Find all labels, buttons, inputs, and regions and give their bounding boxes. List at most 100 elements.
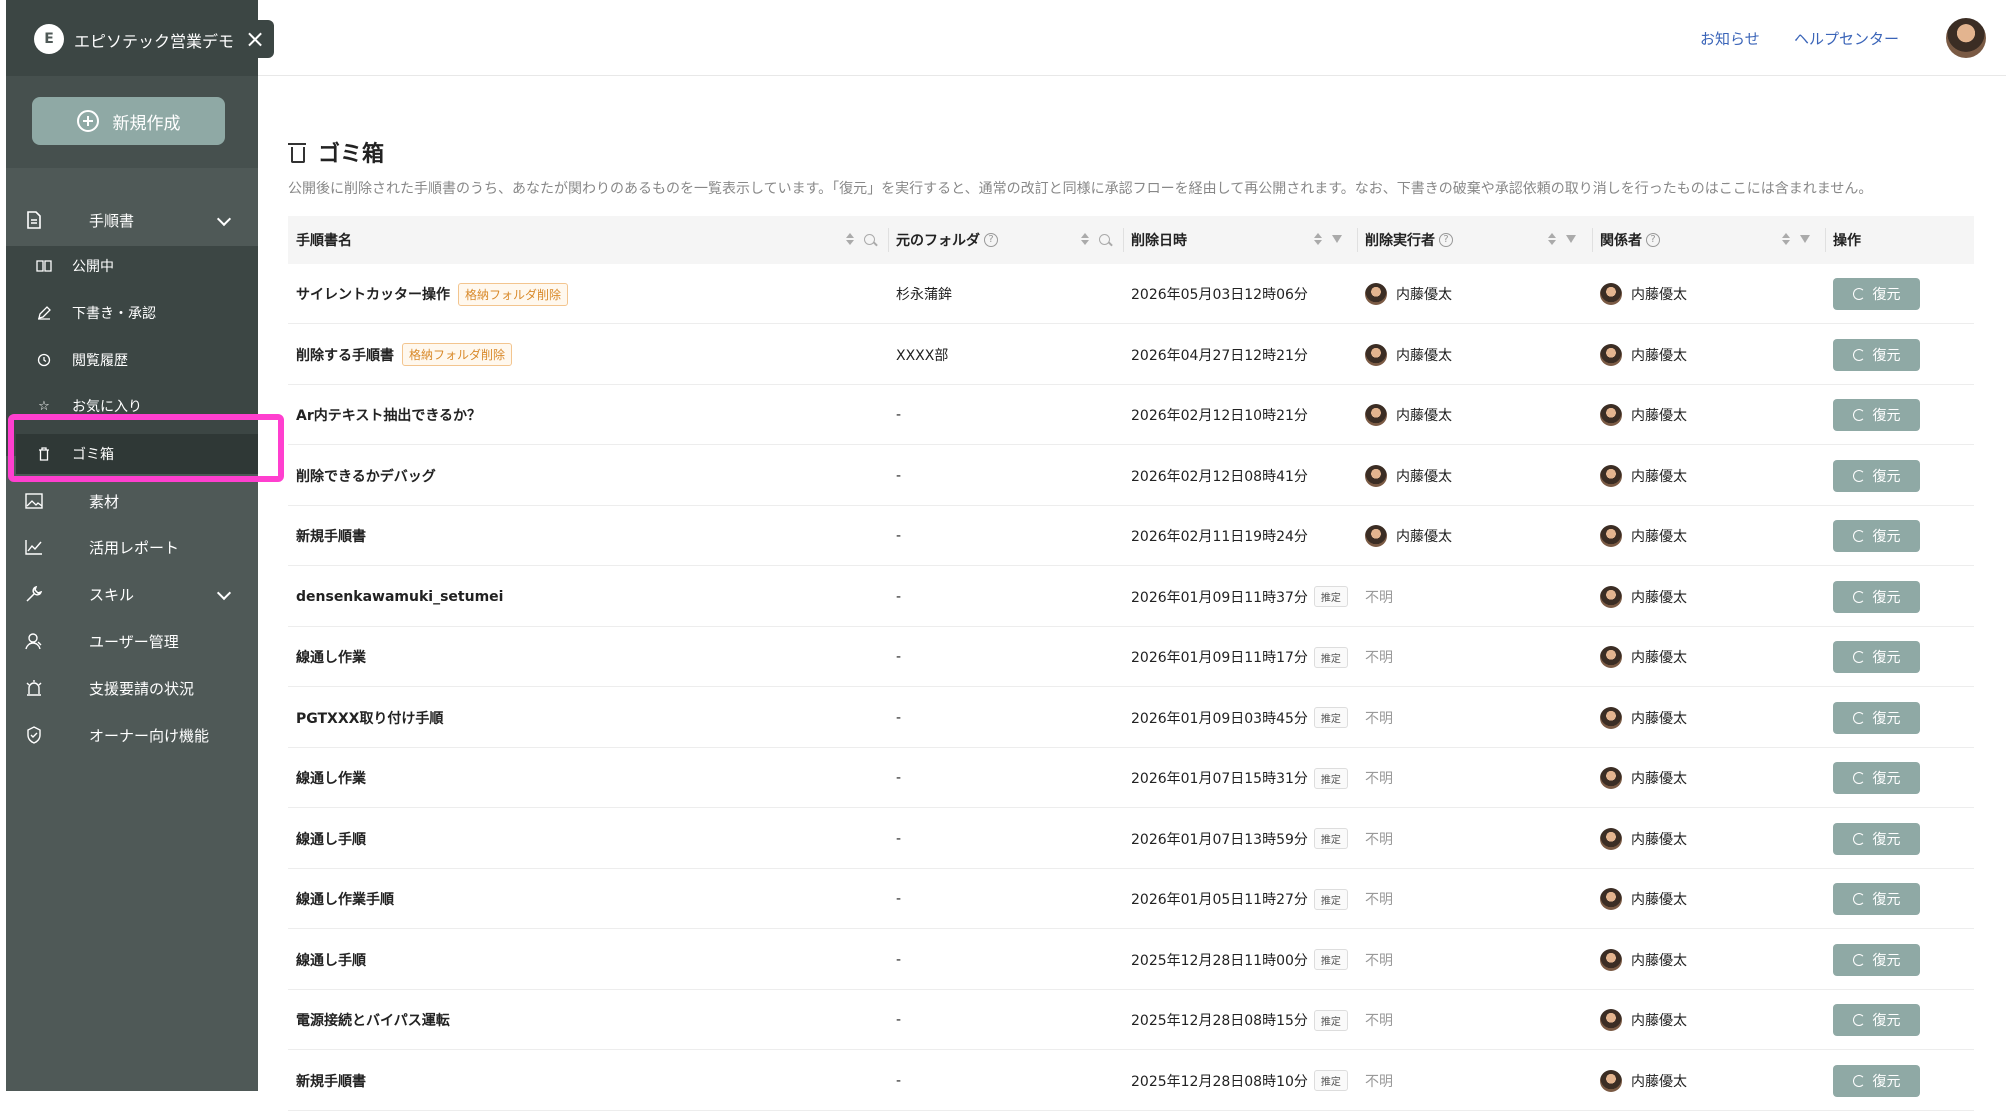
column-header-folder: 元のフォルダ? bbox=[888, 216, 998, 264]
manual-name[interactable]: 線通し作業 bbox=[296, 768, 366, 788]
column-header-date: 削除日時 bbox=[1123, 216, 1187, 264]
restore-button[interactable]: 復元 bbox=[1833, 580, 1920, 613]
table-row: 削除する手順書 格納フォルダ削除 XXXX部 2026年04月27日12時21分 内藤優… bbox=[288, 325, 1974, 385]
manual-name[interactable]: PGTXXX取り付け手順 bbox=[296, 708, 443, 728]
restore-button[interactable]: 復元 bbox=[1833, 338, 1920, 371]
sidebar-item-drafts[interactable]: 下書き・承認 bbox=[6, 293, 258, 333]
manual-name[interactable]: 削除できるかデバッグ bbox=[296, 466, 436, 486]
restore-icon bbox=[1852, 409, 1865, 421]
page-title: ゴミ箱 bbox=[288, 136, 384, 168]
related-cell: 内藤優太 bbox=[1600, 869, 1687, 929]
filter-icon[interactable] bbox=[1800, 235, 1810, 243]
user-avatar[interactable] bbox=[1946, 18, 1986, 58]
table-row: 新規手順書 - 2025年12月28日08時10分 推定 不明 内藤優太 復元 bbox=[288, 1051, 1974, 1111]
page-title-text: ゴミ箱 bbox=[318, 142, 385, 167]
manual-name-cell: 線通し作業手順 bbox=[296, 869, 394, 929]
top-bar: お知らせ ヘルプセンター bbox=[258, 0, 2006, 76]
search-icon[interactable] bbox=[864, 233, 875, 245]
sort-icon[interactable] bbox=[846, 232, 854, 246]
sidebar-item-label: 公開中 bbox=[72, 259, 114, 275]
avatar bbox=[1365, 525, 1387, 547]
manual-name[interactable]: 線通し手順 bbox=[296, 829, 366, 849]
restore-button[interactable]: 復元 bbox=[1833, 943, 1920, 976]
filter-icon[interactable] bbox=[1332, 235, 1342, 243]
restore-button[interactable]: 復元 bbox=[1833, 822, 1920, 855]
manual-name[interactable]: 線通し作業手順 bbox=[296, 889, 394, 909]
chevron-down-icon[interactable] bbox=[216, 587, 230, 601]
restore-button[interactable]: 復元 bbox=[1833, 883, 1920, 915]
sort-icon[interactable] bbox=[1548, 232, 1556, 246]
help-center-link[interactable]: ヘルプセンター bbox=[1794, 28, 1899, 49]
chevron-down-icon[interactable] bbox=[216, 213, 230, 227]
sidebar-item-support-status[interactable]: 支援要請の状況 bbox=[6, 668, 258, 708]
deleted-date: 2026年01月05日11時27分 bbox=[1131, 892, 1308, 908]
filter-icon[interactable] bbox=[1566, 235, 1576, 243]
news-link[interactable]: お知らせ bbox=[1700, 28, 1760, 49]
deleted-date: 2026年01月09日11時37分 bbox=[1131, 589, 1308, 606]
restore-button[interactable]: 復元 bbox=[1833, 762, 1920, 794]
restore-label: 復元 bbox=[1872, 771, 1901, 787]
deleted-date: 2026年02月11日19時24分 bbox=[1131, 529, 1308, 545]
table-header: 手順書名 元のフォルダ? 削除日時 削除実行者? 関係者? 操作 bbox=[288, 216, 1974, 264]
sidebar-item-skills[interactable]: スキル bbox=[6, 574, 258, 614]
sidebar-item-label: お気に入り bbox=[72, 399, 142, 415]
related-name: 内藤優太 bbox=[1631, 952, 1687, 969]
manual-name[interactable]: 電源接続とバイパス運転 bbox=[296, 1010, 450, 1030]
manual-name-cell: 線通し作業 bbox=[296, 748, 366, 808]
manual-name[interactable]: 線通し作業 bbox=[296, 647, 366, 667]
clock-icon bbox=[34, 350, 54, 370]
original-folder-cell: - bbox=[896, 830, 902, 847]
deleted-date-cell: 2026年02月12日08時41分 bbox=[1131, 446, 1308, 506]
column-header-label: 手順書名 bbox=[296, 233, 352, 249]
manual-name[interactable]: densenkawamuki_setumei bbox=[296, 589, 503, 605]
restore-icon bbox=[1852, 590, 1865, 603]
manual-name[interactable]: 削除する手順書 bbox=[296, 345, 394, 365]
sort-icon[interactable] bbox=[1782, 232, 1790, 246]
restore-button[interactable]: 復元 bbox=[1833, 1064, 1920, 1097]
sidebar-item-published[interactable]: 公開中 bbox=[6, 246, 258, 286]
manual-name[interactable]: サイレントカッター操作 bbox=[296, 284, 450, 304]
sort-icon[interactable] bbox=[1081, 232, 1089, 246]
deleted-date: 2026年01月07日15時31分 bbox=[1131, 771, 1308, 787]
help-circle-icon[interactable]: ? bbox=[1439, 233, 1453, 247]
restore-button[interactable]: 復元 bbox=[1833, 641, 1920, 673]
sidebar-item-history[interactable]: 閲覧履歴 bbox=[6, 340, 258, 380]
sidebar-item-reports[interactable]: 活用レポート bbox=[6, 527, 258, 567]
restore-button[interactable]: 復元 bbox=[1833, 701, 1920, 734]
restore-button[interactable]: 復元 bbox=[1833, 459, 1920, 492]
help-circle-icon[interactable]: ? bbox=[1646, 233, 1660, 247]
executor-cell: 内藤優太 bbox=[1365, 385, 1452, 445]
original-folder-cell: - bbox=[896, 770, 902, 786]
executor-name: 内藤優太 bbox=[1396, 347, 1452, 364]
new-create-button[interactable]: 新規作成 bbox=[32, 97, 225, 145]
restore-button[interactable]: 復元 bbox=[1833, 520, 1920, 552]
restore-button[interactable]: 復元 bbox=[1833, 399, 1920, 431]
sidebar-item-owner-features[interactable]: オーナー向け機能 bbox=[6, 715, 258, 755]
avatar bbox=[1365, 283, 1387, 305]
close-sidebar-button[interactable]: × bbox=[236, 20, 274, 58]
manual-name[interactable]: 新規手順書 bbox=[296, 526, 366, 546]
sort-icon[interactable] bbox=[1314, 232, 1322, 246]
related-cell: 内藤優太 bbox=[1600, 688, 1687, 748]
manual-name[interactable]: 新規手順書 bbox=[296, 1071, 366, 1091]
executor-name: 内藤優太 bbox=[1396, 468, 1452, 485]
executor-cell: 内藤優太 bbox=[1365, 264, 1452, 324]
restore-icon bbox=[1852, 953, 1865, 966]
sidebar-item-manuals[interactable]: 手順書 bbox=[6, 200, 258, 240]
deleted-date-cell: 2025年12月28日11時00分 推定 bbox=[1131, 930, 1348, 990]
search-icon[interactable] bbox=[1099, 233, 1110, 245]
restore-label: 復元 bbox=[1872, 710, 1901, 727]
sidebar-header: E エピソテック営業デモ bbox=[6, 0, 258, 76]
related-cell: 内藤優太 bbox=[1600, 567, 1687, 627]
plus-icon bbox=[76, 110, 99, 132]
sidebar-item-materials[interactable]: 素材 bbox=[6, 481, 258, 521]
related-name: 内藤優太 bbox=[1631, 529, 1687, 545]
restore-button[interactable]: 復元 bbox=[1833, 278, 1920, 310]
help-circle-icon[interactable]: ? bbox=[984, 233, 998, 247]
manual-name[interactable]: 線通し手順 bbox=[296, 950, 366, 970]
manual-name[interactable]: Ar内テキスト抽出できるか？ bbox=[296, 405, 481, 425]
restore-button[interactable]: 復元 bbox=[1833, 1004, 1920, 1036]
executor-cell: 不明 bbox=[1365, 892, 1393, 908]
related-name: 内藤優太 bbox=[1631, 650, 1687, 666]
sidebar-item-user-management[interactable]: ユーザー管理 bbox=[6, 621, 258, 661]
